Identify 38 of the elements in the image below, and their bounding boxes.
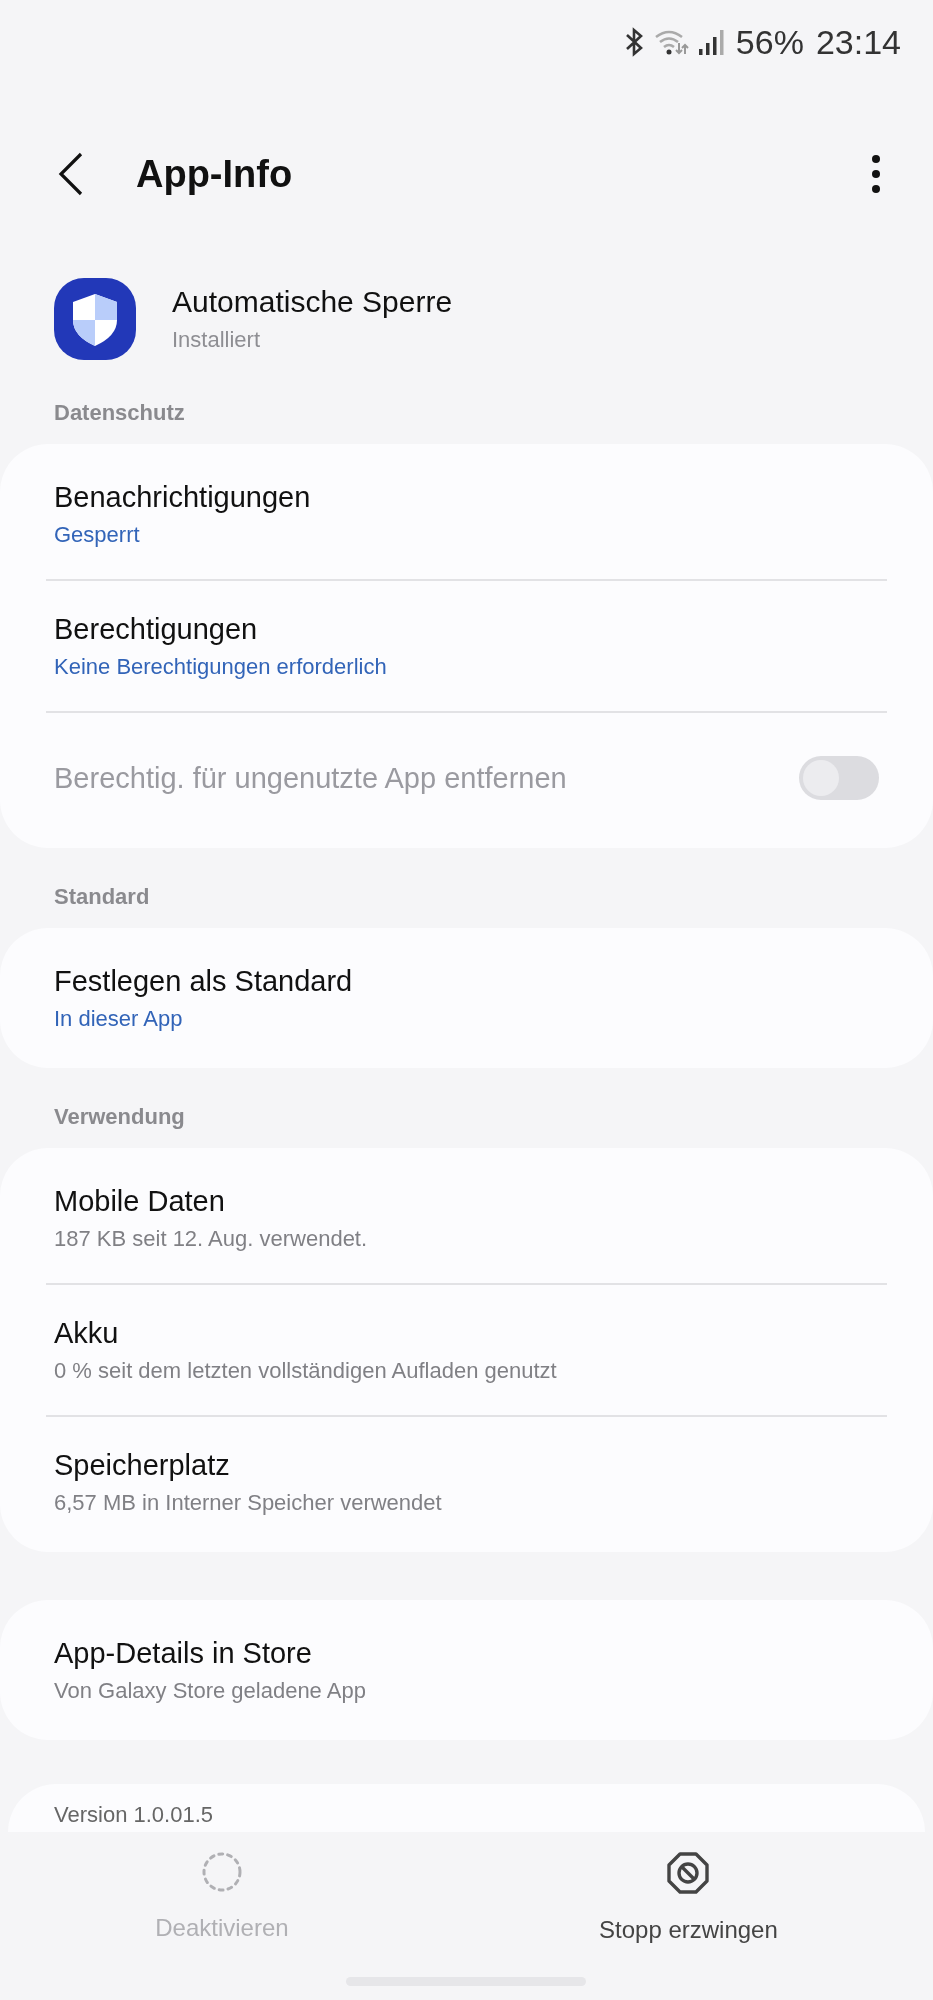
setting-item[interactable]: Speicherplatz 6,57 MB in Interner Speicher verwendet [0,1417,933,1547]
section-heading: Datenschutz [53,399,186,427]
section-heading: Standard [53,883,151,911]
stop-icon [667,1852,710,1894]
dashed-circle-icon [201,1852,242,1892]
setting-summary: Gesperrt [54,521,141,548]
setting-item[interactable]: Benachrichtigungen Gesperrt [0,449,933,579]
setting-summary: In dieser App [54,1005,184,1032]
action-button[interactable]: Stopp erzwingen [579,1846,798,1950]
battery-level: 56% [735,22,804,62]
setting-summary: 0 % seit dem letzten vollständigen Aufladen genutzt [54,1357,558,1384]
setting-item[interactable]: Berechtigungen Keine Berechtigungen erforderlich [0,581,933,711]
setting-item[interactable]: Festlegen als Standard In dieser App [0,933,933,1063]
shield-app-icon [54,278,136,360]
setting-summary: Keine Berechtigungen erforderlich [54,653,388,680]
version-text: Version 1.0.01.5 [54,1802,213,1827]
setting-title: Mobile Daten [54,1184,226,1218]
app-status: Installiert [172,327,262,353]
setting-title: Berechtig. für ungenutzte App entfernen [54,761,567,795]
signal-icon [697,27,724,57]
setting-item[interactable]: Mobile Daten 187 KB seit 12. Aug. verwendet. [0,1153,933,1283]
setting-title: App-Details in Store [54,1636,313,1670]
setting-item[interactable]: App-Details in Store Von Galaxy Store geladene App [0,1605,933,1735]
setting-summary: 6,57 MB in Interner Speicher verwendet [54,1489,443,1516]
more-options-icon[interactable] [871,154,881,194]
setting-title: Festlegen als Standard [54,964,354,998]
setting-title: Berechtigungen [54,612,259,646]
setting-item[interactable]: Akku 0 % seit dem letzten vollständigen Aufladen genutzt [0,1285,933,1415]
setting-summary: 187 KB seit 12. Aug. verwendet. [54,1225,369,1252]
page-title: App-Info [136,152,294,196]
setting-summary: Von Galaxy Store geladene App [54,1677,367,1704]
clock: 23:14 [815,22,901,62]
setting-title: Benachrichtigungen [54,480,312,514]
setting-title: Akku [54,1316,120,1350]
back-icon[interactable] [58,152,84,196]
section-heading: Verwendung [53,1103,186,1131]
setting-title: Speicherplatz [54,1448,231,1482]
app-name: Automatische Sperre [172,285,453,319]
